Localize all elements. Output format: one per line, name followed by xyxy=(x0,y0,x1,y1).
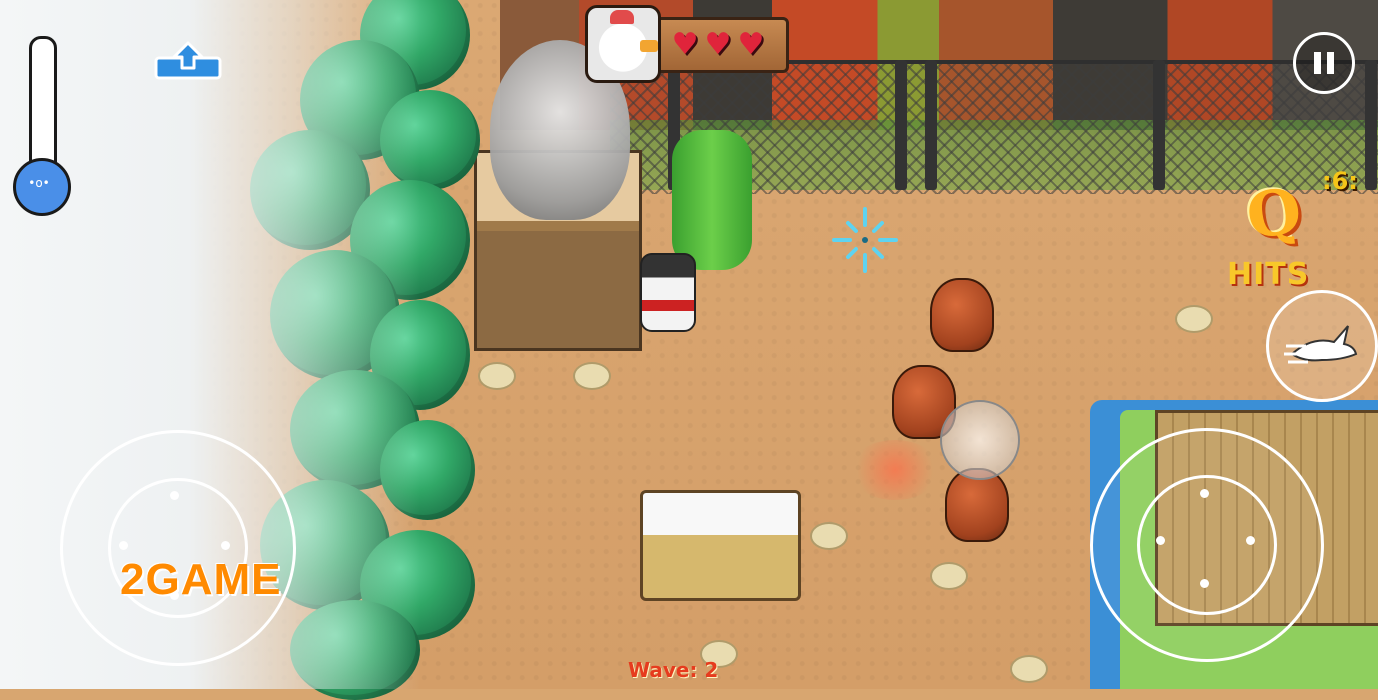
rock xyxy=(573,362,611,390)
pause-icon xyxy=(1327,52,1334,74)
health-hearts-bar: ♥ ♥ ♥ xyxy=(647,17,789,73)
rock xyxy=(1010,655,1048,683)
crosshair-icon xyxy=(832,207,898,273)
temperature-gauge: •o• xyxy=(13,36,71,226)
joystick-dot xyxy=(1200,579,1209,588)
pause-icon xyxy=(1314,52,1321,74)
combo-counter: :6: Q HITS xyxy=(1225,165,1375,305)
combo-rank-letter: Q xyxy=(1242,173,1306,254)
aim-joystick[interactable] xyxy=(1090,428,1324,662)
enemy-chicken xyxy=(930,278,994,352)
avatar-comb xyxy=(610,10,634,24)
rock xyxy=(1175,305,1213,333)
joystick-dot xyxy=(1156,536,1165,545)
player-chicken xyxy=(640,253,696,332)
thermometer-face: •o• xyxy=(28,176,50,190)
move-joystick[interactable] xyxy=(60,430,296,666)
watermark-logo: 2GAME xyxy=(120,555,282,604)
heart-icon: ♥ xyxy=(737,27,765,62)
rabbit-dash-icon xyxy=(1284,325,1358,364)
heart-icon: ♥ xyxy=(704,27,732,62)
cactus xyxy=(672,130,752,270)
fence-post xyxy=(925,60,937,190)
pause-button[interactable] xyxy=(1293,32,1355,94)
heart-icon: ♥ xyxy=(671,27,699,62)
hit-splash xyxy=(850,440,940,500)
shield-bubble xyxy=(940,400,1020,480)
rock xyxy=(810,522,848,550)
joystick-dot xyxy=(1246,536,1255,545)
upload-icon[interactable] xyxy=(153,40,223,82)
joystick-dot xyxy=(221,541,230,550)
wave-counter: Wave: 2 xyxy=(628,658,719,682)
combo-count: :6: xyxy=(1322,167,1358,195)
fence-post xyxy=(1153,60,1165,190)
avatar-beak xyxy=(640,40,658,52)
joystick-dot xyxy=(1200,489,1209,498)
joystick-dot xyxy=(170,491,179,500)
joystick-dot xyxy=(119,541,128,550)
health-panel: ♥ ♥ ♥ xyxy=(585,5,789,83)
dash-button[interactable] xyxy=(1266,290,1378,402)
player-avatar xyxy=(585,5,661,83)
combo-hits-label: HITS xyxy=(1227,257,1310,292)
rock xyxy=(478,362,516,390)
fence-post xyxy=(895,60,907,190)
chicken-in-box xyxy=(640,490,801,601)
rock xyxy=(930,562,968,590)
